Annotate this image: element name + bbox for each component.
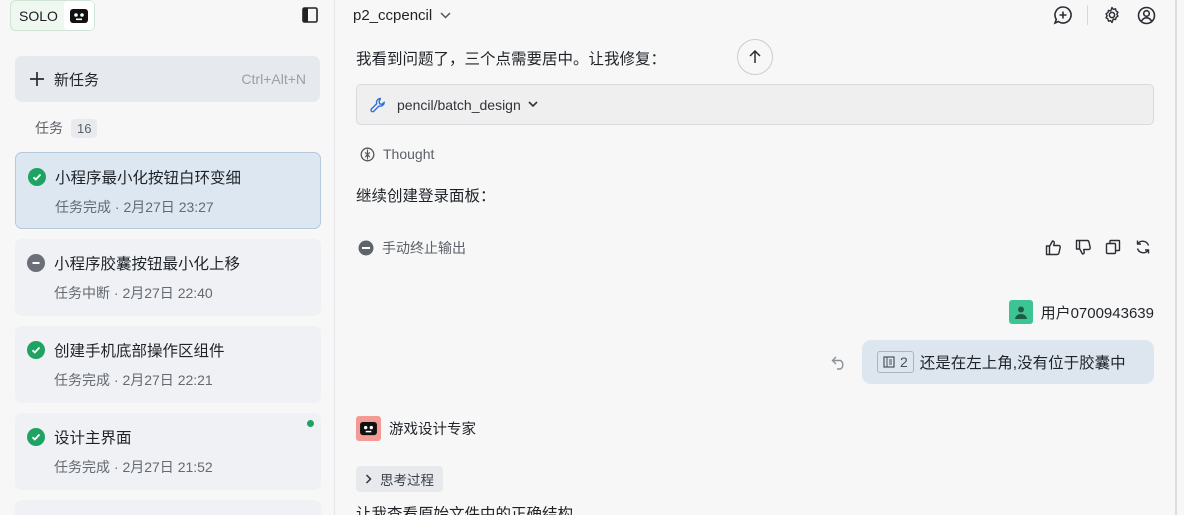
message-actions (1044, 237, 1152, 257)
header-divider (1087, 5, 1088, 25)
wrench-icon (370, 97, 385, 112)
scrollbar[interactable] (1175, 0, 1177, 515)
document-icon (883, 356, 895, 368)
user-name: 用户0700943639 (1040, 304, 1154, 322)
user-message-header: 用户0700943639 (1008, 300, 1154, 324)
copy-icon[interactable] (1104, 238, 1122, 256)
task-title: 小程序最小化按钮白环变细 (55, 170, 242, 187)
context-chip[interactable]: 2 (877, 351, 914, 373)
check-icon (28, 168, 46, 186)
thumbs-down-icon[interactable] (1074, 238, 1092, 256)
gear-icon[interactable] (1102, 5, 1122, 25)
sidebar: SOLO 新任务 Ctrl+Alt+N 任务 16 小程序最小化按钮白环变细 任… (0, 0, 335, 515)
abort-label: 手动终止输出 (382, 240, 466, 256)
task-item[interactable]: 小程序最小化按钮白环变细 任务完成 · 2月27日 23:27 (15, 152, 321, 229)
task-meta: 任务完成 · 2月27日 21:52 (54, 459, 213, 475)
chat-panel: p2_ccpencil 我看到问题了，三个点需要居中。让我修复： pencil/… (336, 0, 1184, 515)
agent-header: 游戏设计专家 (356, 415, 476, 441)
task-item[interactable] (15, 500, 321, 515)
unread-dot (307, 420, 314, 427)
assistant-message-cut: 让我查看原始文件中的正确结构 (356, 506, 574, 515)
task-title: 设计主界面 (54, 430, 132, 447)
task-list-title: 任务 (35, 120, 63, 136)
scroll-to-top-button[interactable] (737, 39, 773, 75)
stop-icon (27, 254, 45, 272)
new-task-label: 新任务 (54, 71, 100, 89)
chevron-down-icon (440, 11, 451, 19)
header-actions (1053, 4, 1156, 26)
chevron-right-icon (365, 474, 372, 484)
assistant-message-text: 我看到问题了，三个点需要居中。让我修复： (356, 51, 667, 68)
tool-call-block[interactable]: pencil/batch_design (356, 84, 1154, 125)
thought-toggle[interactable]: Thought (360, 144, 434, 164)
undo-icon[interactable] (830, 354, 848, 372)
tool-call-name: pencil/batch_design (397, 96, 521, 113)
abort-status: 手动终止输出 (358, 238, 466, 258)
brain-icon (360, 147, 375, 161)
agent-avatar (356, 415, 381, 441)
new-chat-icon[interactable] (1053, 5, 1073, 25)
arrow-up-icon (749, 50, 761, 63)
user-message-bubble: 2 还是在左上角,没有位于胶囊中 (862, 340, 1154, 384)
sidebar-toggle-icon[interactable] (301, 6, 319, 24)
task-count-badge: 16 (71, 118, 98, 138)
person-icon (1014, 306, 1027, 319)
assistant-message-text: 让我查看原始文件中的正确结构 (356, 506, 656, 515)
check-icon (27, 341, 45, 359)
thinking-process-toggle[interactable]: 思考过程 (356, 466, 443, 492)
task-meta: 任务完成 · 2月27日 23:27 (55, 199, 214, 215)
chevron-down-icon (528, 101, 538, 108)
check-icon (27, 428, 45, 446)
task-meta: 任务完成 · 2月27日 22:21 (54, 372, 213, 388)
context-chip-count: 2 (900, 354, 908, 370)
project-selector[interactable]: p2_ccpencil (353, 4, 451, 26)
task-title: 小程序胶囊按钮最小化上移 (54, 256, 241, 273)
thought-label: Thought (383, 146, 435, 162)
assistant-message-text: 继续创建登录面板： (356, 188, 496, 205)
task-item[interactable]: 设计主界面 任务完成 · 2月27日 21:52 (15, 413, 321, 490)
project-name: p2_ccpencil (353, 6, 433, 24)
robot-icon (64, 1, 94, 30)
agent-name: 游戏设计专家 (389, 421, 476, 438)
refresh-icon[interactable] (1134, 238, 1152, 256)
task-item[interactable]: 小程序胶囊按钮最小化上移 任务中断 · 2月27日 22:40 (15, 239, 321, 316)
task-meta: 任务中断 · 2月27日 22:40 (54, 285, 213, 301)
new-task-shortcut: Ctrl+Alt+N (241, 71, 306, 87)
stop-circle-icon (358, 240, 374, 256)
user-message-text: 还是在左上角,没有位于胶囊中 (919, 355, 1126, 372)
thinking-process-label: 思考过程 (380, 473, 434, 488)
task-title: 创建手机底部操作区组件 (54, 343, 225, 360)
user-avatar (1008, 300, 1033, 324)
robot-icon (360, 421, 377, 435)
plus-icon (30, 72, 44, 86)
solo-label: SOLO (19, 7, 58, 24)
account-icon[interactable] (1136, 5, 1156, 25)
task-list-header: 任务 16 (35, 116, 98, 140)
thumbs-up-icon[interactable] (1044, 238, 1062, 256)
new-task-button[interactable]: 新任务 Ctrl+Alt+N (15, 56, 320, 102)
solo-badge[interactable]: SOLO (10, 0, 95, 31)
task-item[interactable]: 创建手机底部操作区组件 任务完成 · 2月27日 22:21 (15, 326, 321, 403)
